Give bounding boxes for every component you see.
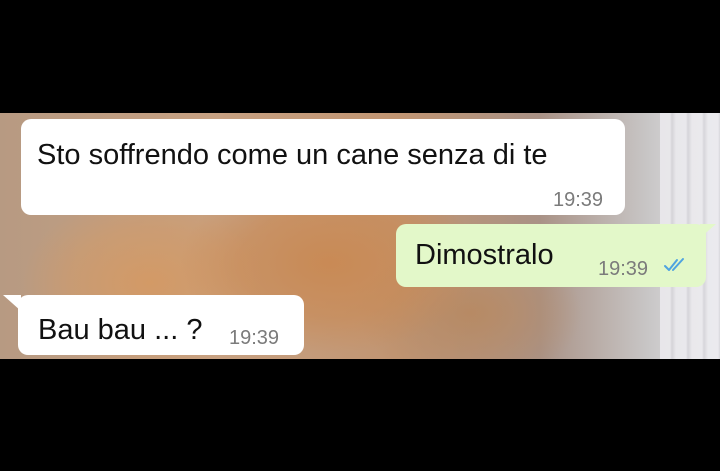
message-timestamp: 19:39 bbox=[598, 258, 649, 280]
message-timestamp: 19:39 bbox=[229, 327, 280, 349]
message-text: Sto soffrendo come un cane senza di te bbox=[37, 139, 548, 171]
message-text: Dimostralo bbox=[415, 239, 554, 271]
message-timestamp: 19:39 bbox=[553, 189, 604, 211]
double-check-icon bbox=[664, 258, 684, 271]
message-text: Bau bau ... ? bbox=[38, 314, 203, 346]
